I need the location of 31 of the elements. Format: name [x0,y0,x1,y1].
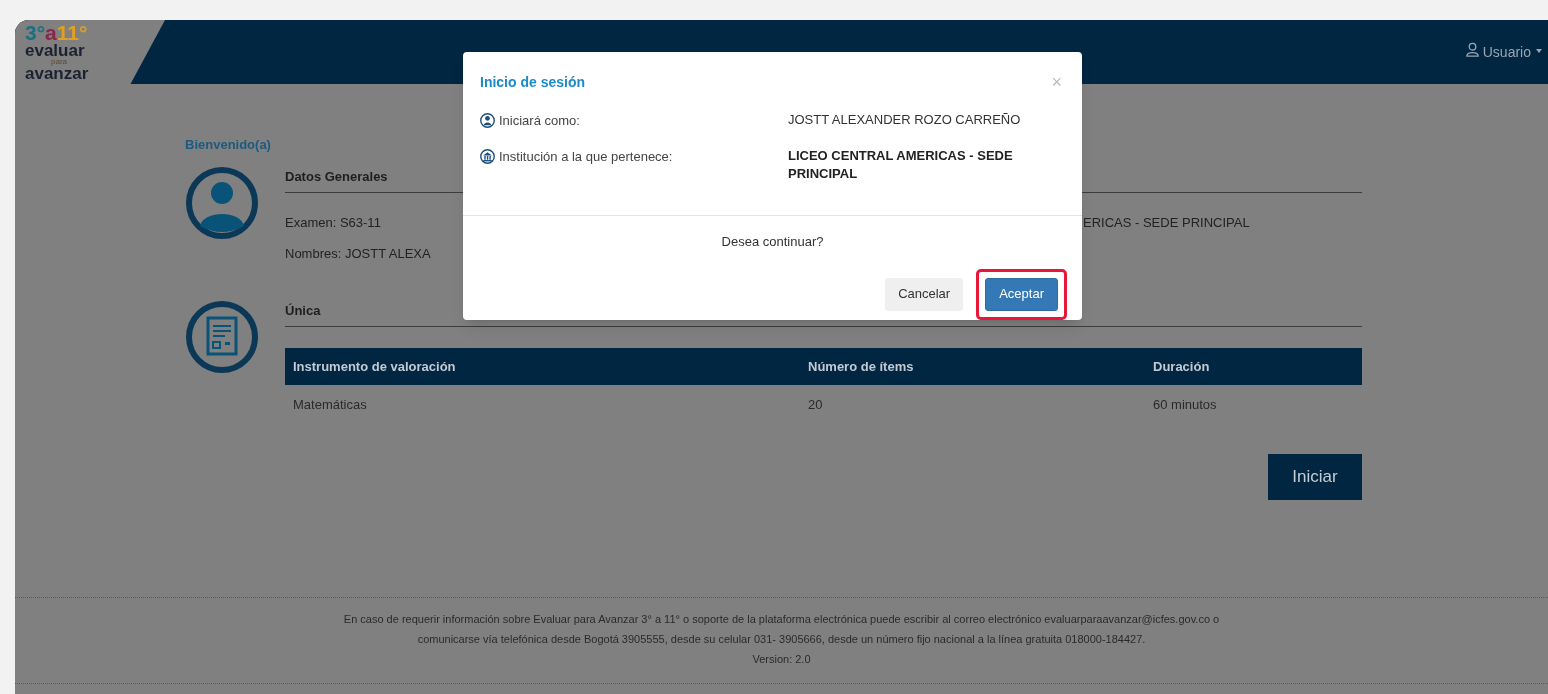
user-menu[interactable]: Usuario [1482,42,1531,63]
section-title: Datos Generales [285,168,388,186]
field-value: LICEO CENTRAL AMERICAS - SEDE PRINCIPAL [788,146,1014,183]
section-title: Única [285,302,321,320]
confirm-question: Desea continuar? [720,233,825,251]
start-button[interactable]: Iniciar [1268,454,1362,500]
logo-text: evaluar [25,43,85,58]
logo-text: avanzar [25,66,89,81]
field-label: Iniciará como: [499,112,580,130]
column-header: Duración [1145,348,1362,385]
footer-text: comunicarse vía telefónica desde Bogotá 3905555, desde su celular 031- 3905666, desde un número fijo nacional a la línea gratuita 018000-184427. [417,632,1146,647]
field-text: Examen: S63-11 [285,215,381,230]
field-label: Institución a la que pertenece: [499,147,673,166]
logo-text: para [50,58,67,66]
column-header: Instrumento de valoración [285,348,800,385]
dialog-title: Inicio de sesión [480,72,586,92]
field-text: Nombres: JOSTT ALEXA [285,246,431,261]
field-text: ERICAS - SEDE PRINCIPAL [1083,215,1250,230]
field-value: JOSTT ALEXANDER ROZO CARREÑO [788,111,1020,129]
cancel-button[interactable]: Cancelar [885,277,964,311]
footer-text: Version: 2.0 [752,652,811,667]
accept-button[interactable]: Aceptar [985,277,1058,311]
logo-text: 11° [56,22,88,43]
footer-text: En caso de requerir información sobre Evaluar para Avanzar 3° a 11° o soporte de la plataforma electrónica puede escribir al correo electrónico evaluarparaavanzar@icfes.gov.co o [343,612,1220,627]
table-cell: 20 [800,385,1145,424]
table-cell: 60 minutos [1145,385,1362,424]
welcome-heading: Bienvenido(a) [185,136,271,154]
table-cell: Matemáticas [285,385,800,424]
logo-text: a [45,22,57,43]
logo-text: 3° [25,22,46,43]
column-header: Número de ítems [800,348,1145,385]
